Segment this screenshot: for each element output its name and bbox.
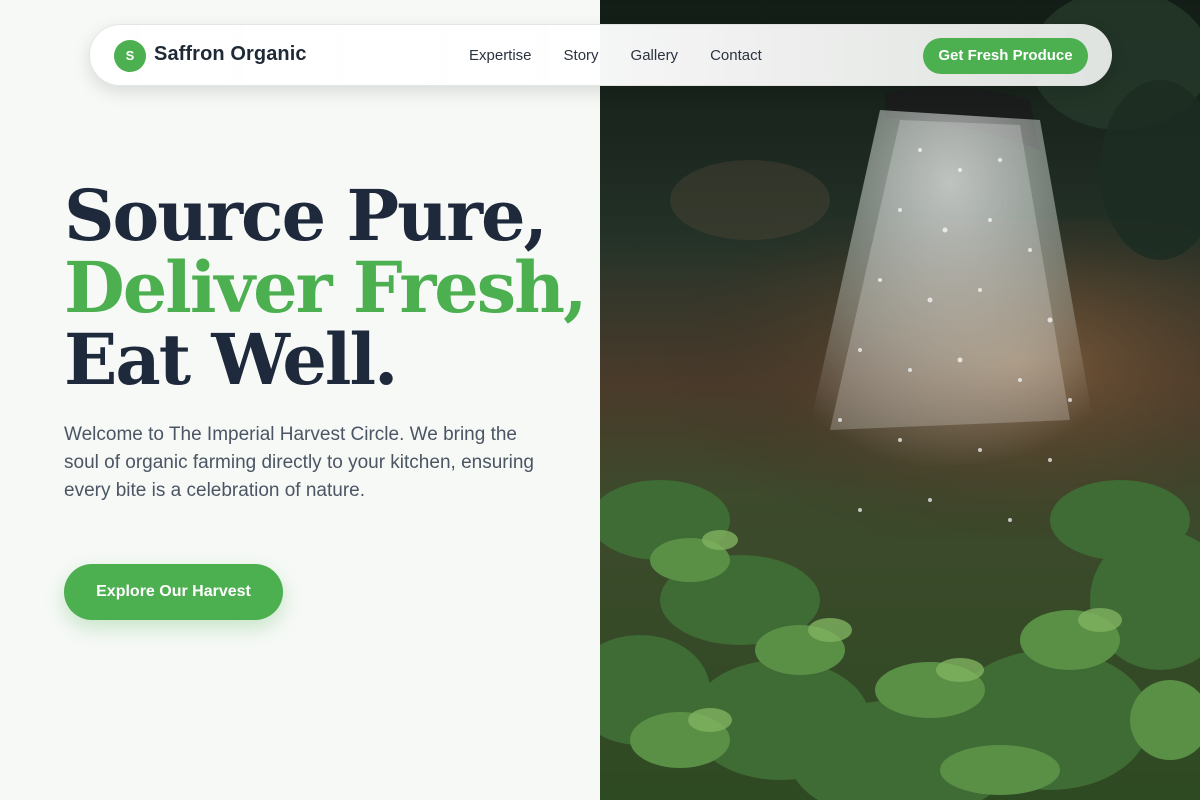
hero-image — [600, 0, 1200, 800]
logo-badge[interactable]: S — [114, 40, 146, 72]
explore-harvest-button[interactable]: Explore Our Harvest — [64, 564, 283, 620]
hero-title-line-1: Source Pure, — [64, 174, 548, 257]
nav-link-story[interactable]: Story — [564, 46, 599, 66]
top-navbar: S Saffron Organic Expertise Story Galler… — [89, 24, 1112, 86]
nav-link-contact[interactable]: Contact — [710, 46, 762, 66]
nav-link-expertise[interactable]: Expertise — [469, 46, 532, 66]
get-fresh-produce-button[interactable]: Get Fresh Produce — [923, 38, 1088, 74]
brand-name[interactable]: Saffron Organic — [154, 43, 307, 66]
hero-title: Source Pure, Deliver Fresh, Eat Well. — [64, 174, 587, 401]
hero-title-line-3: Eat Well. — [64, 318, 398, 401]
watering-garden-illustration — [600, 0, 1200, 800]
hero-description: Welcome to The Imperial Harvest Circle. … — [64, 424, 534, 501]
nav-links: Expertise Story Gallery Contact — [469, 46, 794, 66]
hero-title-line-2: Deliver Fresh, — [64, 246, 587, 329]
nav-link-gallery[interactable]: Gallery — [631, 46, 679, 66]
